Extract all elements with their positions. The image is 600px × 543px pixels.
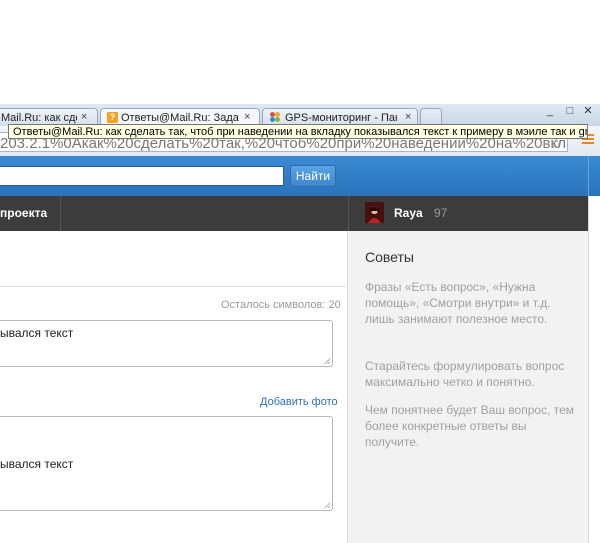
field-text: ывался текст [0, 457, 74, 471]
tab-close-icon[interactable]: × [81, 109, 87, 125]
nav-divider [348, 196, 349, 231]
tab-close-icon[interactable]: × [244, 109, 250, 125]
section-divider [0, 286, 346, 287]
question-favicon-icon: ? [107, 112, 118, 123]
main-nav: проекта Raya 97 [0, 196, 600, 231]
resize-handle-icon[interactable] [324, 358, 330, 364]
search-input[interactable] [0, 166, 284, 186]
search-button[interactable]: Найти [290, 165, 336, 187]
maximize-icon[interactable]: □ [560, 104, 580, 119]
tip-text: Чем понятнее будет Ваш вопрос, тем более… [365, 403, 575, 449]
add-photo-link[interactable]: Добавить фото [260, 396, 338, 408]
search-band: Найти [0, 156, 600, 196]
minimize-icon[interactable]: _ [540, 104, 560, 119]
tip-text: Фразы «Есть вопрос», «Нужна помощь», «См… [365, 280, 551, 326]
nav-divider [60, 196, 61, 231]
avatar[interactable] [365, 202, 384, 223]
tips-title: Советы [365, 249, 414, 265]
nav-item-project[interactable]: проекта [0, 196, 60, 231]
user-avatar-icon [365, 202, 384, 223]
page-scrollbar[interactable] [588, 196, 600, 543]
characters-remaining: Осталось символов: 20 [221, 299, 341, 311]
user-points: 97 [434, 206, 448, 220]
tab-close-icon[interactable]: × [405, 109, 411, 125]
resize-handle-icon[interactable] [324, 502, 330, 508]
tips-sidebar: Советы Фразы «Есть вопрос», «Нужна помощ… [347, 231, 589, 543]
joomla-favicon-icon [270, 112, 280, 122]
question-title-field[interactable]: ывался текст [0, 320, 333, 367]
tab-tooltip: Ответы@Mail.Ru: как сделать так, чтоб пр… [8, 124, 588, 139]
tip-text: Старайтесь формулировать вопрос максимал… [365, 359, 565, 389]
user-name-link[interactable]: Raya [394, 196, 423, 231]
question-body-field[interactable]: ывался текст [0, 416, 333, 511]
field-text: ывался текст [0, 326, 74, 340]
divider [588, 156, 589, 196]
close-window-icon[interactable]: ✕ [578, 104, 598, 119]
